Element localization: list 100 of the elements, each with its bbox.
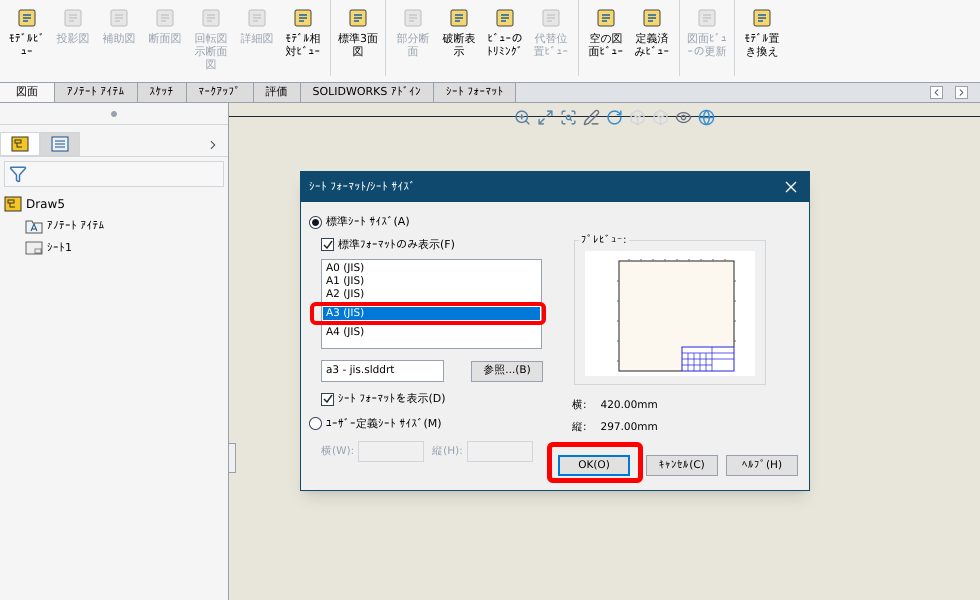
dialog-title: ｼｰﾄ ﾌｫｰﾏｯﾄ/ｼｰﾄ ｻｲｽﾞ [309,178,417,195]
view-icon [403,8,423,28]
zoom-area-icon[interactable] [537,109,554,126]
toolbar-label: 断面図 [148,32,182,45]
toolbar-label: ﾋﾞｭｰのﾄﾘﾐﾝｸﾞ [486,32,524,58]
height-field[interactable] [466,441,533,462]
radio-label: ﾕｰｻﾞｰ定義ｼｰﾄ ｻｲｽﾞ(M) [326,416,442,432]
ribbon-tab[interactable]: ｼｰﾄ ﾌｫｰﾏｯﾄ [434,83,516,102]
ribbon-tab[interactable]: ﾏｰｸｱｯﾌﾟ [186,83,254,102]
view-icon [495,8,515,28]
toolbar-label: 空の図面ﾋﾞｭｰ [588,32,624,58]
width-label: 横(W): [321,444,354,459]
ribbon-tab[interactable]: ｱﾉﾃｰﾄ ｱｲﾃﾑ [55,83,138,102]
toolbar-button[interactable]: ﾓﾃﾞﾙﾋﾞｭｰ [4,0,50,76]
view-icon [247,8,267,28]
view-icon [293,8,313,28]
toolbar-label: 投影図 [56,32,90,45]
view-icon [63,8,83,28]
list-item[interactable]: A2 (JIS) [323,288,540,301]
dialog-button[interactable]: ｷｬﾝｾﾙ(C) [646,455,718,476]
drawing-icon [4,196,22,212]
tree-root-label[interactable]: Draw5 [26,195,65,213]
filter-field[interactable] [4,161,224,187]
view-icon [348,8,368,28]
toolbar-label: ﾓﾃﾞﾙ相対ﾋﾞｭｰ [284,32,322,58]
filter-icon [9,165,27,183]
view-icon [201,8,221,28]
view-icon [541,8,561,28]
ribbon-tab[interactable]: 図面 [0,83,55,102]
close-icon[interactable] [785,181,797,193]
checkbox-label: 標準ﾌｫｰﾏｯﾄのみ表示(F) [338,236,455,252]
eye-icon[interactable] [675,109,692,126]
toolbar-label: 回転図示断面図 [194,32,228,71]
toolbar-label: 代替位置ﾋﾞｭｰ [532,32,570,58]
dialog-button[interactable]: OK(O) [558,455,630,476]
checkbox[interactable] [321,392,334,406]
toolbar-label: ﾓﾃﾞﾙﾋﾞｭｰ [8,32,46,58]
property-tab[interactable] [40,132,80,156]
toolbar-button[interactable]: 破断表示 [436,0,482,76]
view-icon [697,8,717,28]
tree-icon [11,136,29,152]
toolbar-label: 補助図 [102,32,136,45]
list-icon [51,136,69,152]
toolbar-button[interactable]: 空の図面ﾋﾞｭｰ [583,0,629,76]
toolbar-label: 破断表示 [442,32,476,58]
toolbar-label: ﾓﾃﾞﾙ置き換え [744,32,780,58]
toolbar-label: 図面ﾋﾞｭｰの更新 [687,32,727,58]
toolbar-label: 部分断面 [396,32,430,58]
ribbon-tab[interactable]: SOLIDWORKS ｱﾄﾞｲﾝ [300,83,434,102]
scroll-right-icon[interactable] [955,86,968,99]
ribbon-tab[interactable]: 評価 [254,83,300,102]
browse-button[interactable]: 参照...(B) [471,360,543,382]
dimension-value: 297.00mm [600,420,658,435]
box-icon[interactable] [629,109,646,126]
list-item[interactable]: A3 (JIS) [323,307,540,320]
panel-collapse-handle[interactable] [228,443,236,473]
annotation-folder-icon [25,218,43,234]
toolbar-button[interactable]: ﾓﾃﾞﾙ置き換え [739,0,785,76]
view-icon [752,8,772,28]
view-icon [17,8,37,28]
toolbar-label: 詳細図 [240,32,274,45]
pen-icon[interactable] [583,109,600,126]
dimension-value: 420.00mm [600,398,658,413]
dimension-label: 横: [572,398,587,413]
cube-icon[interactable] [652,109,669,126]
width-field[interactable] [358,441,424,462]
list-item[interactable]: A4 (JIS) [323,326,540,339]
view-icon [596,8,616,28]
feature-tree-tab[interactable] [0,132,40,156]
globe-icon[interactable] [698,109,715,126]
zoom-to-fit-icon[interactable] [514,109,531,126]
rotate-icon[interactable] [606,109,623,126]
check-icon [322,394,332,404]
ribbon-tab[interactable]: ｽｹｯﾁ [138,83,186,102]
sheet-icon [25,240,43,255]
toolbar-button[interactable]: ﾓﾃﾞﾙ相対ﾋﾞｭｰ [280,0,326,76]
toolbar-button[interactable]: 定義済みﾋﾞｭｰ [629,0,675,76]
view-icon [449,8,469,28]
checkbox-label: ｼｰﾄ ﾌｫｰﾏｯﾄを表示(D) [338,391,446,407]
tree-item-label[interactable]: ｱﾉﾃｰﾄ ｱｲﾃﾑ [47,218,104,234]
list-item[interactable]: A1 (JIS) [323,275,540,288]
toolbar-label: 標準3面図 [338,32,378,58]
dimension-label: 縦: [572,420,587,435]
zoom-selection-icon[interactable] [560,109,577,126]
checkbox[interactable] [321,238,334,252]
view-icon [155,8,175,28]
view-icon [642,8,662,28]
toolbar-button[interactable]: ﾋﾞｭｰのﾄﾘﾐﾝｸﾞ [482,0,528,76]
format-file-field[interactable]: a3 - jis.slddrt [321,360,444,382]
view-icon [109,8,129,28]
dialog-button[interactable]: ﾍﾙﾌﾟ(H) [726,455,798,476]
tree-item-label[interactable]: ｼｰﾄ1 [47,240,72,256]
toolbar-label: 定義済みﾋﾞｭｰ [634,32,670,58]
list-item[interactable]: A0 (JIS) [323,262,540,275]
toolbar-button[interactable]: 標準3面図 [335,0,381,76]
radio-button[interactable] [309,216,322,229]
radio-label: 標準ｼｰﾄ ｻｲｽﾞ(A) [326,214,410,230]
check-icon [322,240,332,250]
scroll-left-icon[interactable] [930,86,943,99]
radio-button[interactable] [309,417,322,430]
